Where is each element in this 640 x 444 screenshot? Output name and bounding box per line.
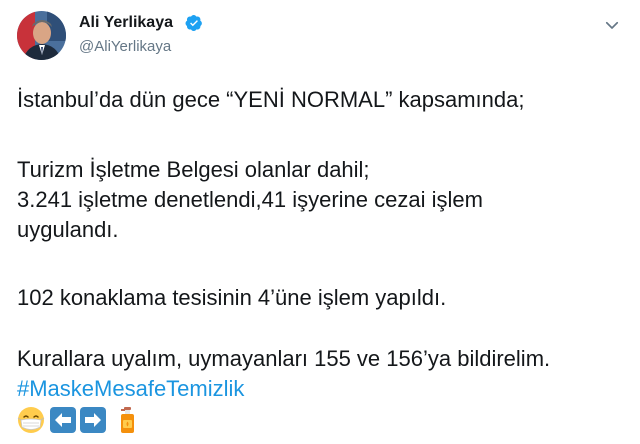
tweet-text-line: 102 konaklama tesisinin 4’üne işlem yapı…	[17, 285, 447, 310]
left-arrow-icon	[50, 407, 76, 433]
chevron-down-icon[interactable]	[603, 16, 621, 34]
tweet-text-line: Kurallara uyalım, uymayanları 155 ve 156…	[17, 346, 551, 371]
right-arrow-icon	[80, 407, 106, 433]
lotion-bottle-icon	[121, 407, 134, 433]
avatar-photo	[17, 11, 66, 60]
author-name[interactable]: Ali Yerlikaya	[79, 14, 173, 32]
tweet-card: Ali Yerlikaya @AliYerlikaya İstanbul’da …	[0, 0, 640, 444]
verified-badge-icon	[185, 14, 202, 32]
tweet-text-line: 3.241 işletme denetlendi,41 işyerine cez…	[17, 187, 483, 212]
author-handle[interactable]: @AliYerlikaya	[79, 38, 171, 55]
hashtag-link[interactable]: #MaskeMesafeTemizlik	[17, 376, 244, 402]
avatar[interactable]	[17, 11, 66, 60]
face-with-medical-mask-icon	[17, 407, 45, 433]
tweet-text-line: Turizm İşletme Belgesi olanlar dahil;	[17, 157, 370, 182]
tweet-text-line: İstanbul’da dün gece “YENİ NORMAL” kapsa…	[17, 87, 525, 112]
tweet-text-line: uygulandı.	[17, 217, 119, 242]
